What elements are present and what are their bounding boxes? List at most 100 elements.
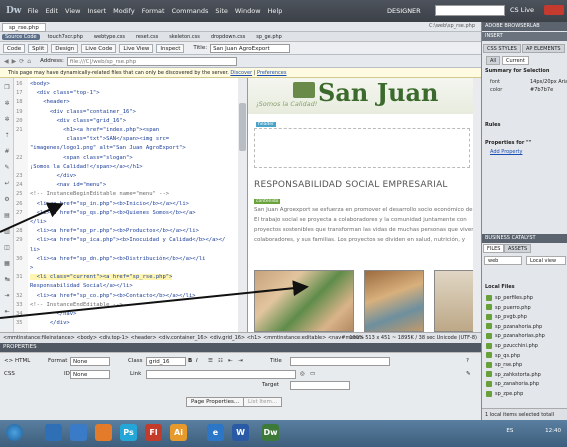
- code-line[interactable]: <li><a href="sp_co.php"><b>Contacto</b><…: [30, 293, 196, 299]
- photo-partial[interactable]: [434, 270, 474, 332]
- code-view[interactable]: ❐ ✲ ✲ ⇡ # ✎ ↵ ⚙ ▤ ▥ ◫ ▦ ↹ ⇥ ⇤ 16 17 18 19 20…: [0, 78, 248, 332]
- code-line[interactable]: <!-- InstanceEndEditable -->: [30, 302, 123, 308]
- tag-selector[interactable]: <mmtinstance:fileinstance> <body> <div.t…: [3, 335, 364, 341]
- code-line[interactable]: </li>: [30, 219, 47, 225]
- live-code-button[interactable]: Live Code: [81, 43, 117, 53]
- syntax-error-icon[interactable]: ⚙: [3, 196, 11, 203]
- menu-format[interactable]: Format: [142, 7, 165, 15]
- menu-insert[interactable]: Insert: [87, 7, 106, 15]
- id-select[interactable]: None: [70, 370, 110, 379]
- start-button-icon[interactable]: [6, 424, 23, 441]
- code-line[interactable]: "imagenes/logo1.png" alt="San Juan AgroE…: [30, 145, 186, 151]
- css-prop-row[interactable]: font14px/20px Arial,: [484, 78, 567, 86]
- move-css-icon[interactable]: ↹: [3, 276, 11, 283]
- file-item[interactable]: sp_rse.php: [486, 361, 522, 370]
- file-item[interactable]: sp_qs.php: [486, 352, 520, 361]
- bold-icon[interactable]: B: [188, 358, 192, 364]
- highlight-invalid-icon[interactable]: ✎: [3, 164, 11, 171]
- code-line[interactable]: <li><a href="sp_pr.php"><b>Productos</b>…: [30, 228, 199, 234]
- code-line[interactable]: </div>: [30, 173, 76, 179]
- workspace-switcher[interactable]: DESIGNER: [387, 7, 421, 15]
- zoom-level[interactable]: 100%: [349, 335, 363, 341]
- related-file[interactable]: dropdown.css: [208, 34, 248, 40]
- list-item-button[interactable]: List Item...: [243, 397, 283, 407]
- remove-comment-icon[interactable]: ▥: [3, 228, 11, 235]
- file-item[interactable]: sp_zahkstorta.php: [486, 371, 541, 380]
- file-item[interactable]: sp_zpe.php: [486, 390, 523, 399]
- code-line[interactable]: <div class="top-1">: [30, 90, 100, 96]
- code-view-button[interactable]: Code: [3, 43, 26, 53]
- close-window-button[interactable]: [544, 5, 564, 15]
- file-item[interactable]: sp_pzanahorias.php: [486, 332, 545, 341]
- code-line[interactable]: <li class="current"><a href="sp_rse.php"…: [30, 274, 173, 281]
- tab-sp-rse[interactable]: sp_rse.php: [2, 23, 46, 32]
- code-line[interactable]: <nav id="menu">: [30, 182, 106, 188]
- file-item[interactable]: sp_puerro.php: [486, 304, 531, 313]
- code-line[interactable]: <h1><a href="index.php"><span: [30, 127, 159, 133]
- menu-help[interactable]: Help: [268, 7, 283, 15]
- address-input[interactable]: file:///C|/web/sp_rse.php: [66, 56, 237, 66]
- photoshop-icon[interactable]: Ps: [120, 424, 137, 441]
- language-indicator[interactable]: ES: [506, 428, 513, 434]
- point-to-file-icon[interactable]: ◎: [300, 371, 305, 377]
- code-line[interactable]: </nav>: [30, 311, 76, 317]
- code-scrollbar[interactable]: [238, 78, 247, 332]
- code-line[interactable]: <body>: [30, 81, 50, 87]
- illustrator-icon[interactable]: Ai: [170, 424, 187, 441]
- site-select[interactable]: web: [484, 256, 522, 265]
- related-file[interactable]: touch7scr.php: [45, 34, 86, 40]
- line-numbers-icon[interactable]: #: [3, 148, 11, 155]
- related-file-source[interactable]: Source Code: [2, 33, 40, 40]
- tab-assets[interactable]: ASSETS: [504, 244, 532, 253]
- live-view-button[interactable]: Live View: [119, 43, 154, 53]
- ordered-list-icon[interactable]: ☷: [218, 358, 223, 364]
- browse-folder-icon[interactable]: ▭: [310, 371, 315, 377]
- apply-comment-icon[interactable]: ▤: [3, 212, 11, 219]
- unordered-list-icon[interactable]: ☰: [208, 358, 213, 364]
- italic-icon[interactable]: I: [196, 358, 198, 364]
- cs-live-button[interactable]: CS Live: [510, 6, 534, 14]
- css-prop-row[interactable]: color #7b7b7e: [484, 86, 566, 94]
- open-documents-icon[interactable]: ❐: [3, 84, 11, 91]
- design-view[interactable]: San Juan ¡Somos la Calidad! header RESPO…: [248, 78, 481, 332]
- design-scrollbar[interactable]: [473, 78, 481, 332]
- code-line[interactable]: li>: [30, 247, 40, 253]
- dreamweaver-taskbar-icon[interactable]: Dw: [262, 424, 279, 441]
- file-item[interactable]: sp_pzucchini.php: [486, 342, 538, 351]
- discover-link[interactable]: Discover: [230, 70, 252, 76]
- title-field-input[interactable]: [290, 357, 390, 366]
- flash-icon[interactable]: Fl: [145, 424, 162, 441]
- firefox-icon[interactable]: [95, 424, 112, 441]
- photo-hands-teamwork[interactable]: [254, 270, 354, 332]
- code-line[interactable]: <li><a href="sp_in.php"><b>Inicio</b></a…: [30, 201, 189, 207]
- related-file[interactable]: skeleton.css: [166, 34, 203, 40]
- adobe-browserlab-header[interactable]: ADOBE BROWSERLAB: [482, 22, 567, 31]
- code-line[interactable]: <!-- InstanceBeginEditable name="menu" -…: [30, 191, 169, 197]
- css-mode-button[interactable]: CSS: [4, 371, 15, 377]
- code-line[interactable]: <li><a href="sp_dn.php"><b>Distribución<…: [30, 256, 206, 262]
- select-parent-tag-icon[interactable]: ⇡: [3, 132, 11, 139]
- tab-all[interactable]: All: [486, 56, 501, 65]
- title-input[interactable]: San Juan AgroExport: [210, 43, 291, 53]
- paragraph-line[interactable]: colaboradores, y sus familias. Los proye…: [254, 237, 465, 243]
- insert-header[interactable]: INSERT: [482, 32, 567, 41]
- section-title[interactable]: RESPONSABILIDAD SOCIAL EMPRESARIAL: [254, 180, 448, 190]
- code-line[interactable]: class="txt">SAN</span><img src=: [30, 136, 169, 142]
- tab-css-styles[interactable]: CSS STYLES: [483, 44, 521, 53]
- outdent-text-icon[interactable]: ⇤: [228, 358, 233, 364]
- related-file[interactable]: reset.css: [133, 34, 161, 40]
- menu-file[interactable]: File: [28, 7, 39, 15]
- code-line[interactable]: <li><a href="sp_ica.php"><b>Inocuidad y …: [30, 237, 226, 243]
- expand-all-icon[interactable]: ✲: [3, 116, 11, 123]
- view-select[interactable]: Local view: [526, 256, 566, 265]
- files-icon[interactable]: [70, 424, 87, 441]
- related-file[interactable]: webtype.css: [91, 34, 128, 40]
- clock[interactable]: 12:40: [545, 428, 561, 434]
- code-line[interactable]: <span class="slogan">: [30, 155, 133, 161]
- header-div-outline[interactable]: [254, 128, 470, 168]
- properties-header[interactable]: PROPERTIES: [0, 343, 481, 352]
- code-line[interactable]: </div>: [30, 320, 70, 326]
- design-view-button[interactable]: Design: [51, 43, 79, 53]
- back-icon[interactable]: ◀: [4, 58, 9, 65]
- html-mode-button[interactable]: <> HTML: [4, 358, 30, 364]
